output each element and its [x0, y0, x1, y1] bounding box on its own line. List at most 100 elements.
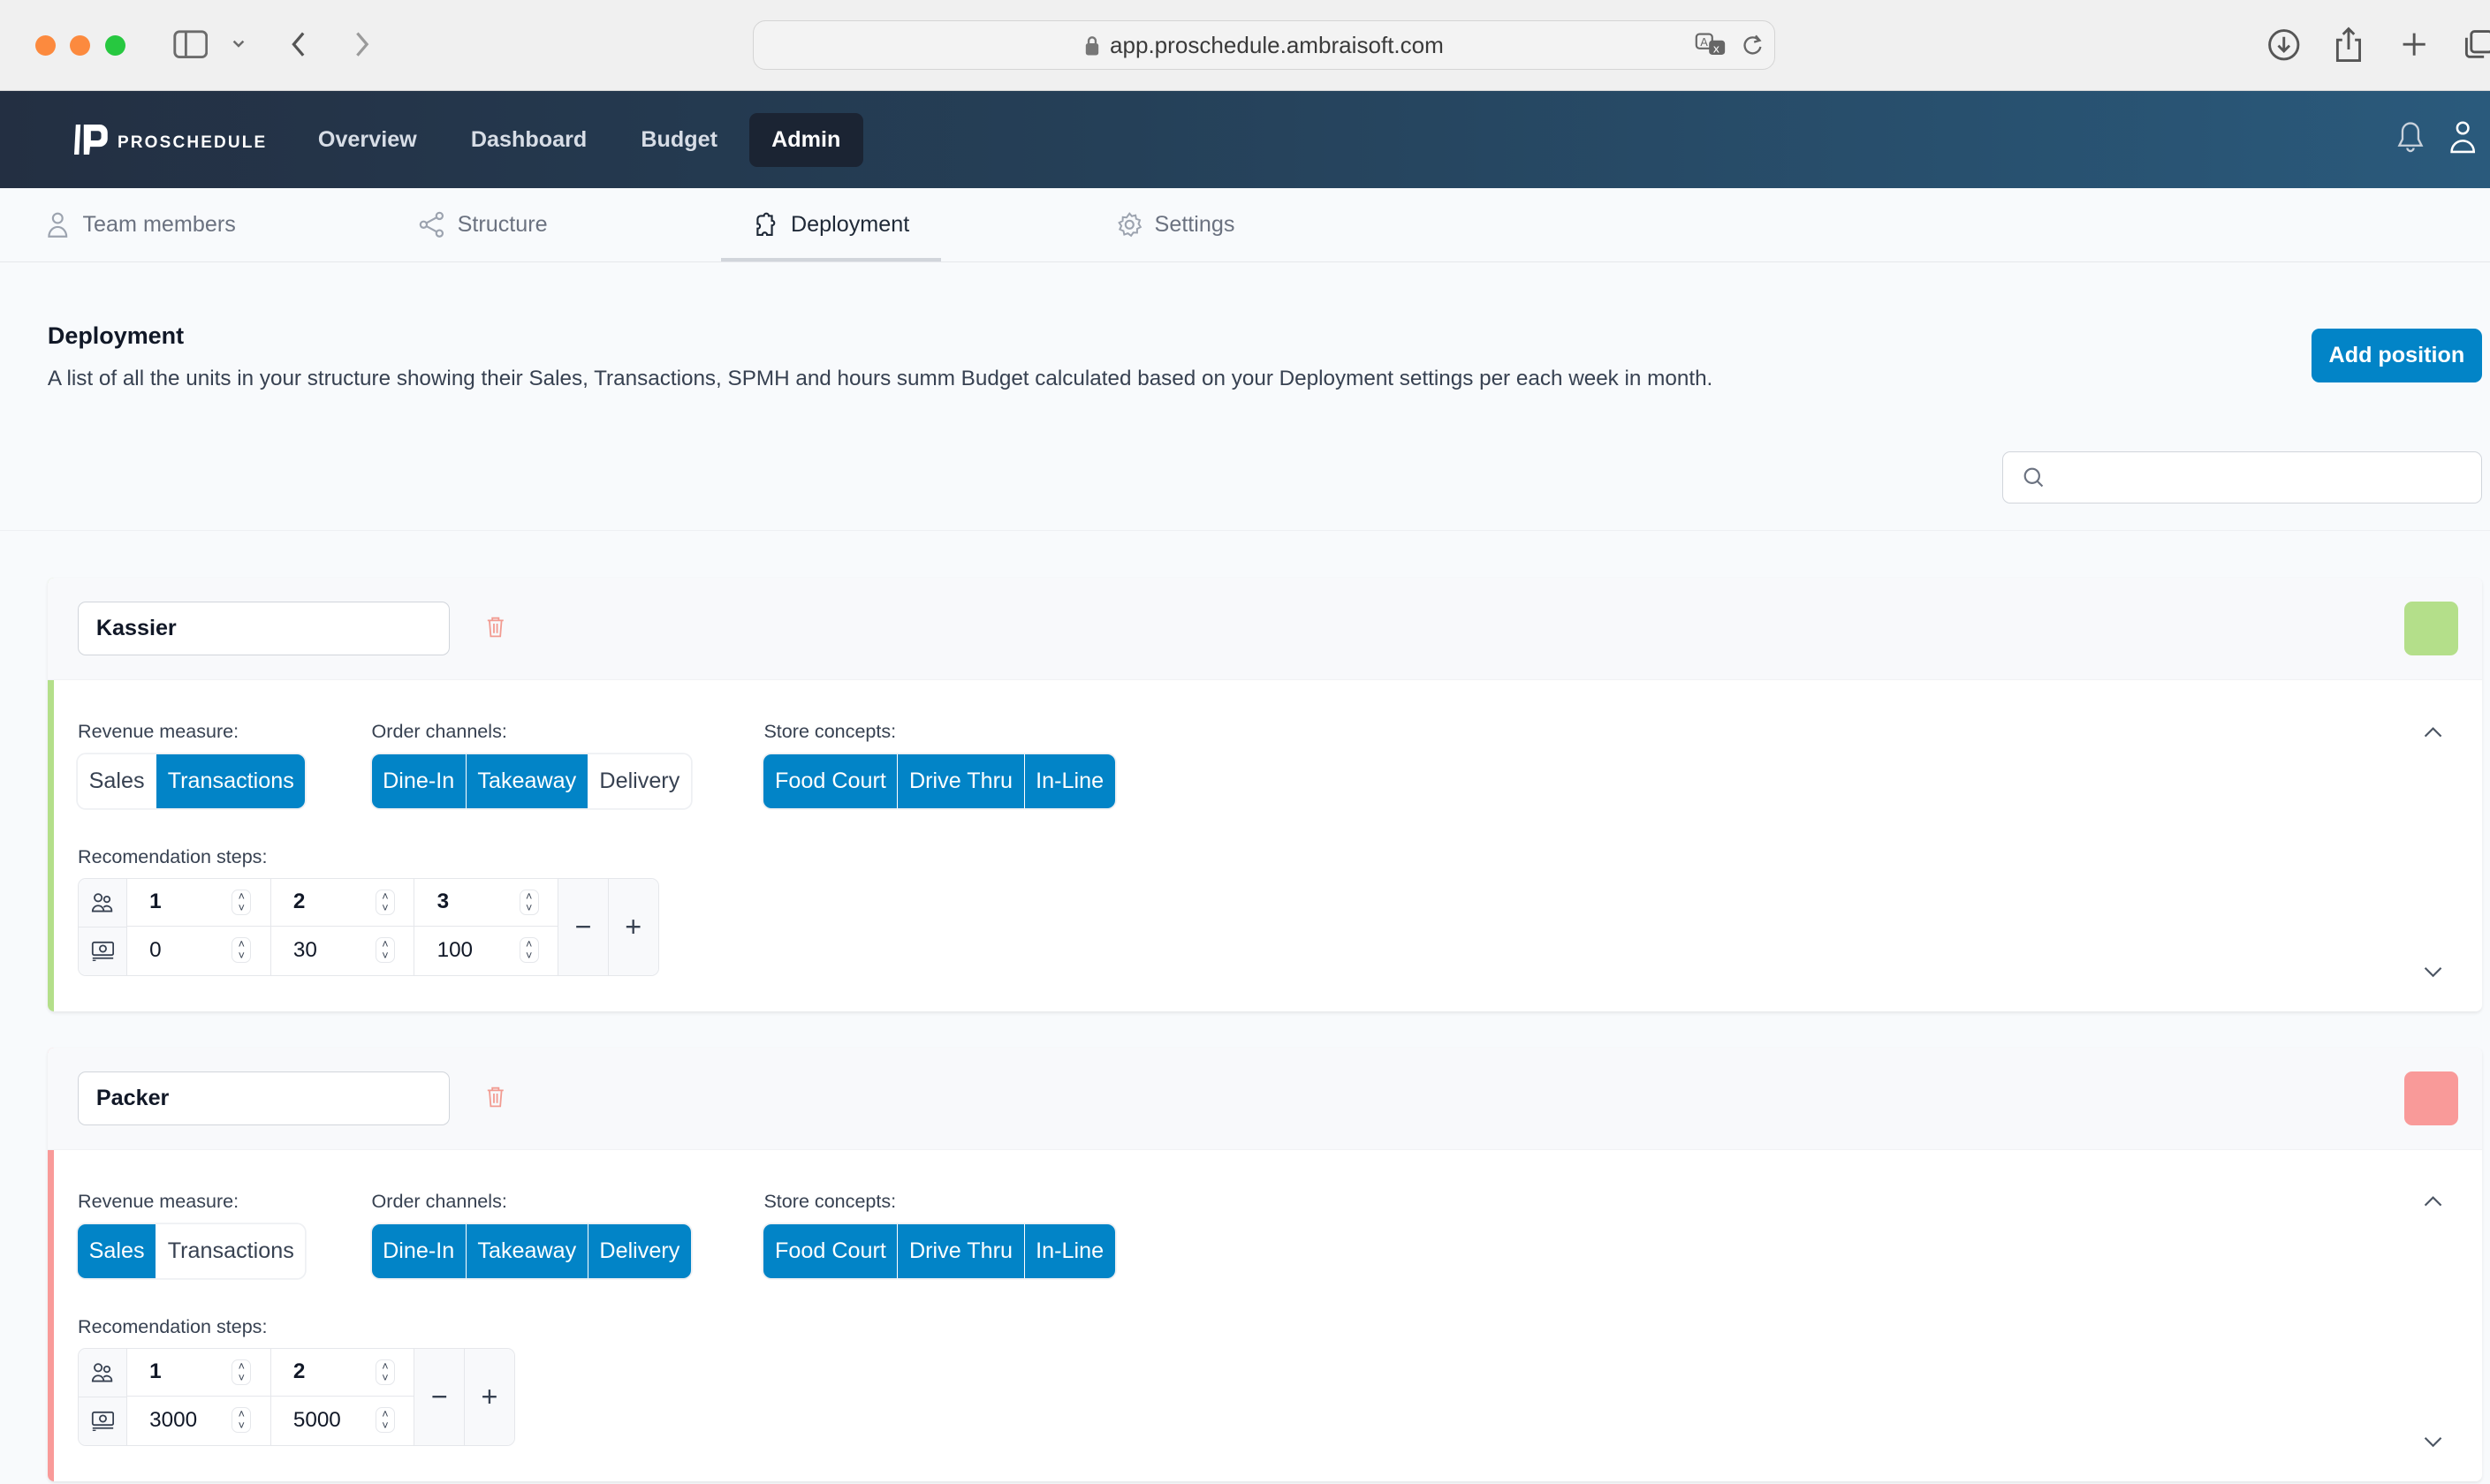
lock-icon — [1086, 35, 1099, 55]
channel-dine-in-option[interactable]: Dine-In — [371, 753, 467, 808]
stepper-arrows-icon[interactable]: ˄ ˅ — [232, 937, 252, 964]
step-people-input[interactable] — [146, 1358, 232, 1387]
svg-text:x: x — [1713, 42, 1720, 55]
stepper-arrows-icon[interactable]: ˄ ˅ — [376, 1407, 395, 1434]
back-icon[interactable] — [279, 26, 317, 64]
store-concepts-group: Store concepts: Food Court Drive Thru In… — [763, 720, 1115, 808]
stepper-arrows-icon[interactable]: ˄ ˅ — [376, 937, 395, 964]
concept-in-line-option[interactable]: In-Line — [1024, 1223, 1115, 1278]
step-revenue-input[interactable] — [433, 935, 520, 965]
channel-takeaway-option[interactable]: Takeaway — [466, 753, 588, 808]
new-tab-icon[interactable] — [2395, 26, 2433, 64]
bell-icon[interactable] — [2395, 120, 2426, 155]
revenue-transactions-option[interactable]: Transactions — [156, 753, 306, 808]
translate-icon[interactable]: Ax — [1695, 31, 1730, 59]
step-people-input[interactable] — [146, 888, 232, 917]
share-icon[interactable] — [2329, 26, 2367, 64]
tab-structure[interactable]: Structure — [419, 188, 548, 261]
chevron-down-icon[interactable] — [219, 26, 257, 64]
user-account-icon[interactable] — [2448, 120, 2477, 155]
step-revenue-input[interactable] — [290, 935, 376, 965]
store-concepts-label: Store concepts: — [763, 720, 897, 743]
stepper-arrows-icon[interactable]: ˄ ˅ — [232, 1407, 252, 1434]
close-window-button[interactable] — [34, 34, 56, 56]
position-color-swatch[interactable] — [2403, 602, 2459, 656]
minimize-window-button[interactable] — [70, 34, 91, 56]
tabs-overview-icon[interactable] — [2458, 26, 2490, 64]
logo[interactable]: ProSchedule — [74, 125, 267, 155]
revenue-measure-group: Revenue measure: Sales Transactions — [78, 1190, 306, 1278]
expand-chevron-down-icon[interactable] — [2422, 966, 2444, 979]
trash-icon[interactable] — [486, 616, 505, 638]
remove-step-button[interactable]: − — [414, 1348, 466, 1445]
position-name-input[interactable] — [78, 602, 450, 656]
stepper-arrows-icon[interactable]: ˄ ˅ — [232, 890, 252, 916]
channel-delivery-option[interactable]: Delivery — [588, 753, 691, 808]
collapse-chevron-up-icon[interactable] — [2422, 725, 2444, 738]
people-icon — [79, 879, 126, 928]
stepper-arrows-icon[interactable]: ˄ ˅ — [232, 1359, 252, 1386]
people-icon — [79, 1349, 126, 1397]
tab-deployment[interactable]: Deployment — [721, 188, 941, 261]
tab-settings[interactable]: Settings — [1116, 188, 1234, 261]
expand-chevron-down-icon[interactable] — [2422, 1436, 2444, 1449]
maximize-window-button[interactable] — [104, 34, 125, 56]
tab-team-members[interactable]: Team members — [44, 188, 236, 261]
revenue-measure-label: Revenue measure: — [78, 720, 239, 743]
main-nav: Overview Dashboard Budget Admin — [296, 112, 863, 167]
order-channels-toggle: Dine-In Takeaway Delivery — [371, 753, 691, 808]
gear-icon — [1118, 212, 1143, 238]
remove-step-button[interactable]: − — [558, 878, 609, 975]
money-icon — [79, 1397, 126, 1445]
step-column: ˄˅ ˄˅ — [270, 878, 415, 975]
revenue-transactions-option[interactable]: Transactions — [156, 1223, 306, 1278]
forward-icon[interactable] — [343, 26, 381, 64]
user-icon — [48, 212, 68, 238]
add-step-button[interactable]: + — [608, 878, 658, 975]
stepper-arrows-icon[interactable]: ˄ ˅ — [519, 890, 539, 916]
nav-budget[interactable]: Budget — [619, 113, 740, 167]
add-step-button[interactable]: + — [465, 1348, 514, 1445]
channel-takeaway-option[interactable]: Takeaway — [466, 1223, 588, 1278]
reload-icon[interactable] — [1740, 31, 1765, 59]
order-channels-label: Order channels: — [371, 720, 507, 743]
channel-dine-in-option[interactable]: Dine-In — [371, 1223, 467, 1278]
position-color-swatch[interactable] — [2403, 1071, 2459, 1126]
step-revenue-input[interactable] — [146, 935, 232, 965]
money-icon — [79, 928, 126, 975]
step-people-input[interactable] — [290, 888, 376, 917]
address-bar[interactable]: app.proschedule.ambraisoft.com Ax — [752, 20, 1776, 71]
step-people-input[interactable] — [433, 888, 520, 917]
svg-text:A: A — [1701, 35, 1709, 49]
trash-icon[interactable] — [486, 1086, 505, 1108]
stepper-arrows-icon[interactable]: ˄ ˅ — [376, 890, 395, 916]
channel-delivery-option[interactable]: Delivery — [588, 1223, 691, 1278]
sidebar-toggle-icon[interactable] — [171, 26, 209, 64]
revenue-sales-option[interactable]: Sales — [78, 1223, 157, 1278]
revenue-measure-toggle: Sales Transactions — [78, 753, 306, 808]
stepper-arrows-icon[interactable]: ˄ ˅ — [376, 1359, 395, 1386]
concept-food-court-option[interactable]: Food Court — [763, 753, 899, 808]
concept-drive-thru-option[interactable]: Drive Thru — [898, 753, 1025, 808]
collapse-chevron-up-icon[interactable] — [2422, 1194, 2444, 1207]
position-card-header — [47, 578, 2483, 681]
download-icon[interactable] — [2265, 26, 2303, 64]
step-revenue-input[interactable] — [290, 1405, 376, 1435]
revenue-sales-option[interactable]: Sales — [78, 753, 157, 808]
order-channels-label: Order channels: — [371, 1190, 507, 1213]
step-revenue-input[interactable] — [146, 1405, 232, 1435]
nav-overview[interactable]: Overview — [296, 113, 439, 167]
add-position-button[interactable]: Add position — [2311, 329, 2483, 383]
search-box[interactable] — [2002, 450, 2483, 504]
concept-in-line-option[interactable]: In-Line — [1024, 753, 1115, 808]
search-input[interactable] — [2053, 453, 2482, 502]
concept-drive-thru-option[interactable]: Drive Thru — [898, 1223, 1025, 1278]
position-card: Revenue measure: Sales Transactions Orde… — [47, 1048, 2483, 1481]
nav-dashboard[interactable]: Dashboard — [449, 113, 610, 167]
browser-toolbar: app.proschedule.ambraisoft.com Ax — [0, 0, 2490, 92]
stepper-arrows-icon[interactable]: ˄ ˅ — [519, 937, 539, 964]
position-name-input[interactable] — [78, 1071, 450, 1126]
step-people-input[interactable] — [290, 1358, 376, 1387]
nav-admin[interactable]: Admin — [748, 112, 863, 167]
concept-food-court-option[interactable]: Food Court — [763, 1223, 899, 1278]
